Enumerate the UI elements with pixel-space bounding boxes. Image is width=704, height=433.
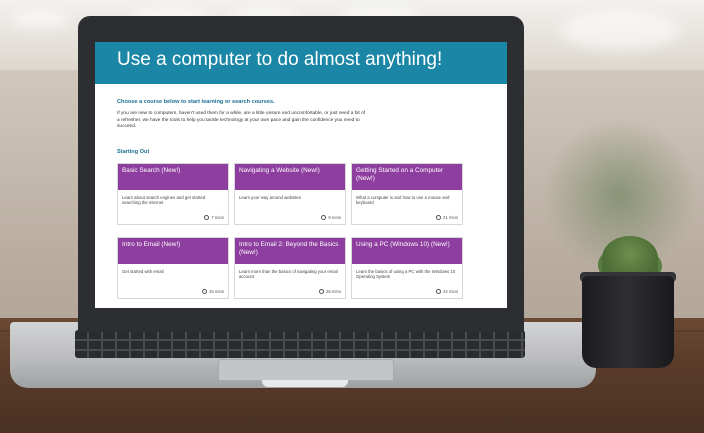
section-title: Starting Out	[117, 149, 150, 155]
course-card-navigating-website[interactable]: Navigating a Website (New!) Learn your w…	[234, 163, 346, 225]
course-card-getting-started[interactable]: Getting Started on a Computer (New!) Wha…	[351, 163, 463, 225]
clock-icon	[201, 289, 207, 294]
background-light-spot	[560, 10, 680, 50]
course-duration-text: 26 mins	[325, 289, 341, 294]
plant-pot	[582, 276, 674, 368]
course-card-basic-search[interactable]: Basic Search (New!) Learn about search e…	[117, 163, 229, 225]
course-description: Learn the basics of using a PC with the …	[356, 269, 456, 280]
course-title[interactable]: Intro to Email 2: Beyond the Basics (New…	[235, 238, 345, 264]
course-duration-text: 15 mins	[208, 289, 224, 294]
laptop-notch	[262, 380, 348, 387]
course-duration-text: 7 mins	[211, 215, 224, 220]
laptop-trackpad	[218, 359, 394, 381]
course-duration: 15 mins	[201, 289, 224, 294]
course-duration-text: 21 mins	[442, 215, 458, 220]
course-title[interactable]: Getting Started on a Computer (New!)	[352, 164, 462, 190]
background-light-spot	[10, 10, 70, 28]
course-description: Get started with email	[122, 269, 164, 274]
course-duration: 22 mins	[435, 289, 458, 294]
course-description: Learn about search engines and get start…	[122, 195, 206, 206]
clock-icon	[318, 289, 324, 294]
course-description: What a computer is and how to use a mous…	[356, 195, 450, 206]
course-search-prompt[interactable]: Choose a course below to start learning …	[117, 99, 275, 105]
course-card-intro-email[interactable]: Intro to Email (New!) Get started with e…	[117, 237, 229, 299]
course-card-using-pc[interactable]: Using a PC (Windows 10) (New!) Learn the…	[351, 237, 463, 299]
page-banner: Use a computer to do almost anything!	[95, 42, 507, 84]
course-title[interactable]: Basic Search (New!)	[118, 164, 228, 190]
intro-paragraph: If you are new to computers, haven't use…	[117, 111, 366, 129]
course-card-intro-email-2[interactable]: Intro to Email 2: Beyond the Basics (New…	[234, 237, 346, 299]
laptop-screen: Use a computer to do almost anything! Ch…	[95, 42, 507, 308]
clock-icon	[321, 215, 327, 220]
course-duration-text: 8 mins	[328, 215, 341, 220]
course-title[interactable]: Using a PC (Windows 10) (New!)	[352, 238, 462, 264]
course-duration: 26 mins	[318, 289, 341, 294]
course-description: Learn more than the basics of navigating…	[239, 269, 338, 280]
clock-icon	[435, 289, 441, 294]
course-duration-text: 22 mins	[442, 289, 458, 294]
course-duration: 8 mins	[321, 215, 341, 220]
clock-icon	[204, 215, 210, 220]
clock-icon	[435, 215, 441, 220]
laptop-keyboard	[75, 330, 525, 358]
course-title[interactable]: Navigating a Website (New!)	[235, 164, 345, 190]
course-description: Learn your way around websites	[239, 195, 301, 200]
course-duration: 7 mins	[204, 215, 224, 220]
course-title[interactable]: Intro to Email (New!)	[118, 238, 228, 264]
page-title: Use a computer to do almost anything!	[117, 49, 443, 70]
course-duration: 21 mins	[435, 215, 458, 220]
